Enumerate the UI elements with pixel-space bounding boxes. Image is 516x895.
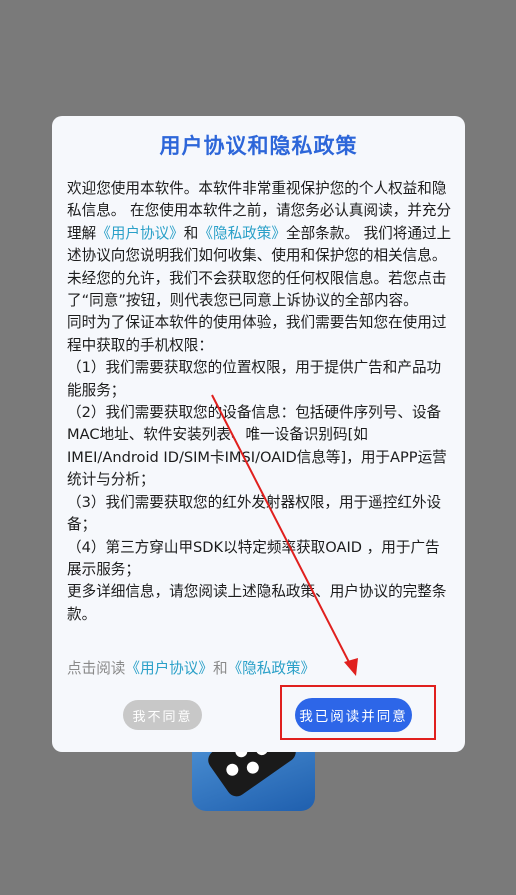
permission-item-3: （3）我们需要获取您的红外发射器权限，用于遥控红外设备； <box>67 493 442 534</box>
privacy-policy-link[interactable]: 《隐私政策》 <box>198 225 286 242</box>
agreement-dialog: 用户协议和隐私政策 欢迎您使用本软件。本软件非常重视保护您的个人权益和隐私信息。… <box>52 116 465 752</box>
read-agreements-line: 点击阅读《用户协议》和《隐私政策》 <box>67 657 315 678</box>
permission-item-4: （4）第三方穿山甲SDK以特定频率获取OAID ，用于广告展示服务； <box>67 538 440 578</box>
annotation-highlight-box <box>280 685 436 740</box>
and-text: 和 <box>183 224 199 242</box>
permission-item-2: （2）我们需要获取您的设备信息：包括硬件序列号、设备MAC地址、软件安装列表、唯… <box>67 404 447 489</box>
read-prefix: 点击阅读 <box>67 660 126 677</box>
permission-item-1: （1）我们需要获取您的位置权限，用于提供广告和产品功能服务； <box>67 359 442 399</box>
read-user-agreement-link[interactable]: 《用户协议》 <box>125 660 213 677</box>
disagree-button[interactable]: 我不同意 <box>123 700 202 730</box>
dialog-title: 用户协议和隐私政策 <box>159 134 358 158</box>
user-agreement-link[interactable]: 《用户协议》 <box>96 225 184 242</box>
dialog-body: 欢迎您使用本软件。本软件非常重视保护您的个人权益和隐私信息。 在您使用本软件之前… <box>67 178 453 626</box>
read-and-text: 和 <box>212 660 228 677</box>
intro-paragraph: 欢迎您使用本软件。本软件非常重视保护您的个人权益和隐私信息。 在您使用本软件之前… <box>67 178 453 312</box>
more-info-text: 更多详细信息，请您阅读上述隐私政策、用户协议的完整条款。 <box>67 583 447 623</box>
read-privacy-policy-link[interactable]: 《隐私政策》 <box>228 660 316 677</box>
permissions-intro: 同时为了保证本软件的使用体验，我们需要告知您在使用过程中获取的手机权限： <box>67 314 447 354</box>
screen: 用户协议和隐私政策 欢迎您使用本软件。本软件非常重视保护您的个人权益和隐私信息。… <box>0 0 516 895</box>
